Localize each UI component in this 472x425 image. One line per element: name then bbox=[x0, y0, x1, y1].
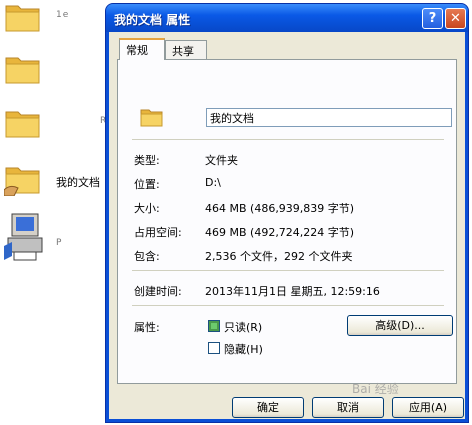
printer-computer-icon bbox=[4, 213, 43, 261]
bg-item-label: 1e bbox=[56, 10, 70, 20]
title-bar[interactable]: 我的文档 属性 ? ✕ bbox=[106, 4, 468, 32]
hidden-label: 隐藏(H) bbox=[224, 343, 263, 356]
contains-label: 包含: bbox=[134, 250, 160, 263]
separator bbox=[132, 139, 444, 140]
contains-value: 2,536 个文件，292 个文件夹 bbox=[205, 250, 353, 263]
location-label: 位置: bbox=[134, 178, 160, 191]
ok-button[interactable]: 确定 bbox=[232, 397, 304, 418]
bg-folder-item[interactable]: R bbox=[4, 106, 114, 146]
watermark: Bai 经验 bbox=[352, 382, 399, 396]
close-button[interactable]: ✕ bbox=[445, 8, 466, 29]
tab-general[interactable]: 常规 bbox=[119, 38, 165, 60]
size-value: 464 MB (486,939,839 字节) bbox=[205, 202, 355, 215]
folder-icon bbox=[5, 5, 40, 32]
bg-printer-item[interactable]: P bbox=[4, 212, 114, 264]
help-button[interactable]: ? bbox=[422, 8, 443, 29]
folder-icon bbox=[5, 111, 40, 138]
location-value: D:\ bbox=[205, 176, 221, 189]
general-tab-panel: 我的文档 类型: 文件夹 位置: D:\ 大小: 464 MB (486,939… bbox=[117, 59, 457, 384]
attributes-label: 属性: bbox=[134, 321, 160, 334]
size-on-disk-label: 占用空间: bbox=[134, 226, 182, 239]
readonly-checkbox[interactable] bbox=[208, 320, 220, 332]
shared-folder-icon bbox=[4, 167, 40, 196]
bg-folder-item[interactable]: 1e bbox=[4, 0, 114, 40]
folder-icon bbox=[5, 57, 40, 84]
readonly-label: 只读(R) bbox=[224, 321, 263, 334]
bg-item-label: P bbox=[56, 238, 63, 248]
size-on-disk-value: 469 MB (492,724,224 字节) bbox=[205, 226, 355, 239]
tab-share[interactable]: 共享 bbox=[165, 40, 207, 60]
properties-dialog: 我的文档 属性 ? ✕ 常规 共享 我的文档 类型: 文件夹 位置: D:\ 大… bbox=[106, 4, 468, 422]
bg-item-label: 我的文档 bbox=[56, 176, 100, 189]
bg-folder-item[interactable] bbox=[4, 52, 114, 92]
dialog-client-area: 常规 共享 我的文档 类型: 文件夹 位置: D:\ 大小: 464 MB (4… bbox=[109, 32, 465, 419]
separator bbox=[132, 305, 444, 306]
size-label: 大小: bbox=[134, 202, 160, 215]
apply-button[interactable]: 应用(A) bbox=[392, 397, 464, 418]
advanced-button[interactable]: 高级(D)... bbox=[347, 315, 453, 336]
created-value: 2013年11月1日 星期五, 12:59:16 bbox=[205, 285, 380, 298]
cancel-button[interactable]: 取消 bbox=[312, 397, 384, 418]
window-title: 我的文档 属性 bbox=[114, 13, 191, 27]
folder-name-input[interactable]: 我的文档 bbox=[206, 108, 452, 127]
folder-icon bbox=[140, 109, 163, 127]
bg-folder-item-my-documents[interactable]: 我的文档 bbox=[4, 162, 114, 202]
separator bbox=[132, 270, 444, 271]
type-value: 文件夹 bbox=[205, 154, 238, 167]
hidden-checkbox[interactable] bbox=[208, 342, 220, 354]
type-label: 类型: bbox=[134, 154, 160, 167]
created-label: 创建时间: bbox=[134, 285, 182, 298]
